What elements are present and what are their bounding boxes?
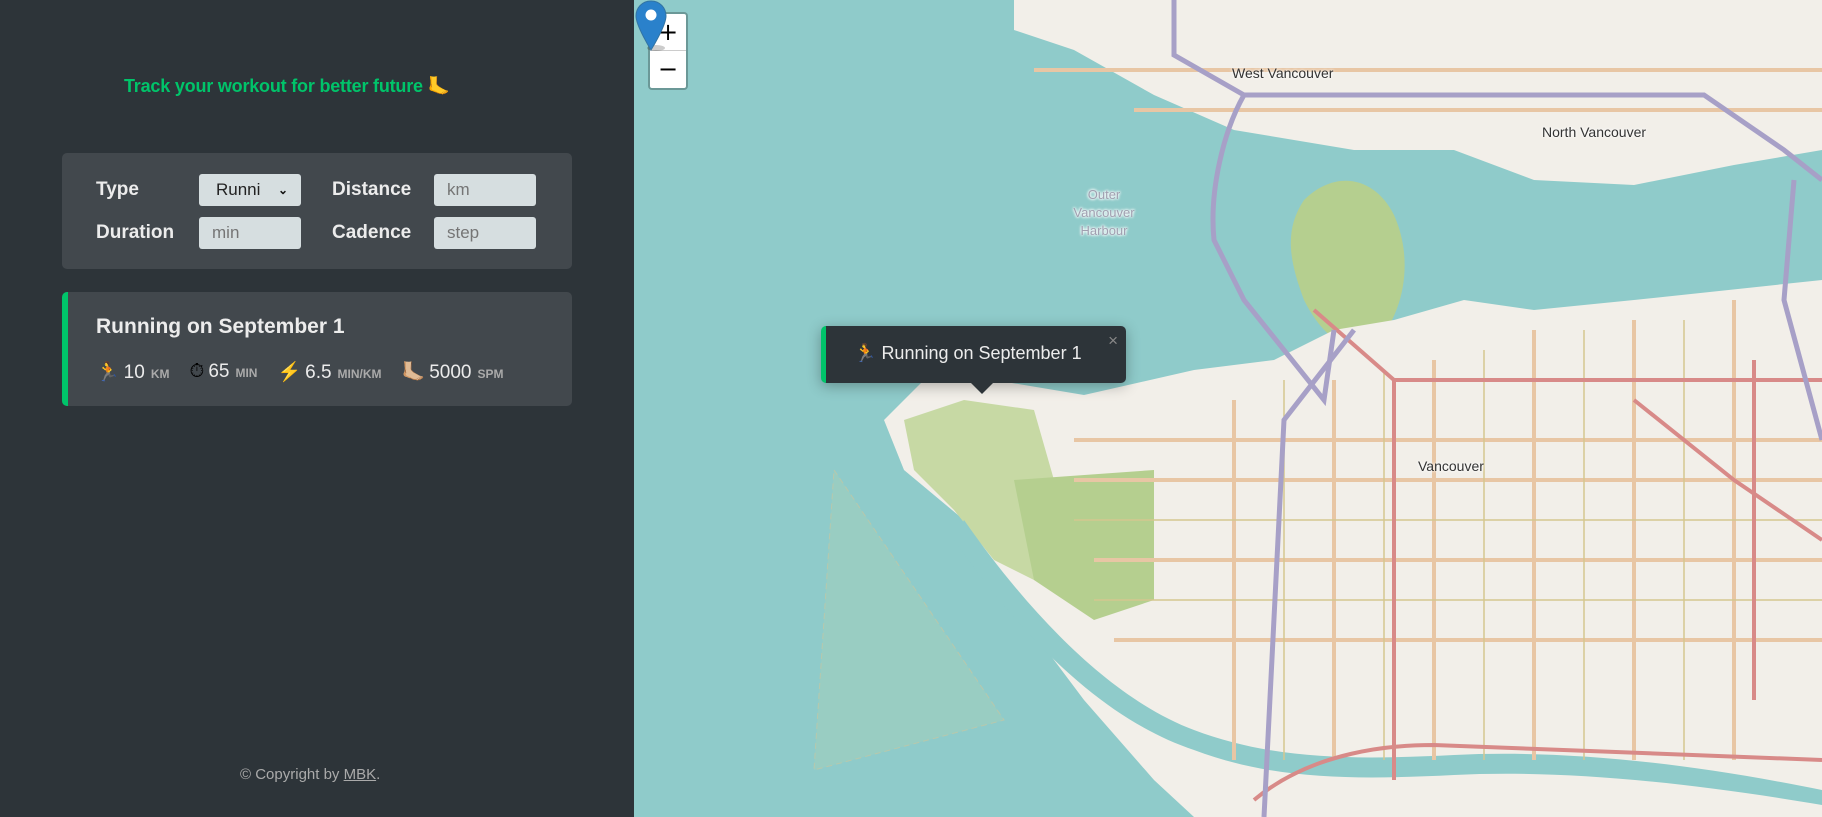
workout-popup[interactable]: 🏃 Running on September 1 × — [821, 326, 1126, 394]
popup-text: 🏃 Running on September 1 — [854, 343, 1082, 364]
copyright-text: © Copyright by — [240, 766, 344, 783]
workout-detail-cadence: 🦶🏼 5000 spm — [402, 360, 504, 384]
map-marker-icon[interactable] — [634, 0, 668, 52]
workout-details: 🏃 10 km ⏱ 65 min ⚡️ 6.5 min/km 🦶🏼 5000 s… — [96, 360, 524, 384]
water-label-line: Harbour — [1080, 223, 1128, 238]
map[interactable]: + − West Vancouver North Vancouver Vanco… — [634, 0, 1822, 817]
map-label-north-vancouver: North Vancouver — [1542, 124, 1647, 140]
copyright-suffix: . — [376, 766, 381, 783]
runner-icon: 🏃 — [854, 343, 877, 363]
map-label-vancouver: Vancouver — [1418, 458, 1484, 474]
duration-label: Duration — [96, 222, 175, 243]
sidebar: Track your workout for better future 🦶 T… — [0, 0, 634, 817]
type-select-value: Runni — [216, 180, 261, 199]
popup-tip — [971, 383, 993, 394]
zoom-out-button[interactable]: − — [650, 51, 686, 88]
workout-detail-pace: ⚡️ 6.5 min/km — [277, 360, 381, 384]
duration-unit: min — [235, 366, 258, 380]
popup-title: Running on September 1 — [881, 343, 1082, 363]
author-link[interactable]: MBK — [344, 766, 377, 783]
cadence-unit: spm — [477, 367, 504, 381]
chevron-down-icon: ⌄ — [277, 183, 288, 197]
duration-input[interactable] — [199, 217, 301, 249]
distance-input[interactable] — [434, 174, 536, 206]
distance-unit: km — [150, 367, 170, 381]
foot-icon: 🦶🏼 — [401, 362, 426, 383]
map-tiles — [813, 0, 1822, 817]
close-icon[interactable]: × — [1108, 331, 1118, 351]
duration-value: 65 — [208, 361, 230, 382]
water-label-line: Vancouver — [1073, 205, 1135, 220]
workout-detail-distance: 🏃 10 km — [96, 360, 169, 384]
distance-label: Distance — [332, 179, 412, 200]
cadence-value: 5000 — [429, 362, 472, 383]
workout-detail-duration: ⏱ 65 min — [189, 361, 257, 383]
workout-item[interactable]: Running on September 1 🏃 10 km ⏱ 65 min … — [62, 292, 572, 406]
pace-value: 6.5 — [305, 362, 332, 383]
stopwatch-icon: ⏱ — [189, 361, 205, 382]
type-select[interactable]: Runni ⌄ — [199, 174, 301, 206]
map-label-west-vancouver: West Vancouver — [1232, 65, 1334, 81]
map-label-outer-harbour: Outer Vancouver Harbour — [1064, 186, 1144, 240]
water-label-line: Outer — [1087, 187, 1121, 202]
runner-icon: 🏃 — [96, 362, 120, 383]
type-label: Type — [96, 179, 139, 200]
workout-title: Running on September 1 — [96, 315, 345, 338]
workout-form: Type Runni ⌄ Distance Duration Cadence — [62, 153, 572, 269]
cadence-input[interactable] — [434, 217, 536, 249]
copyright: © Copyright by MBK. — [240, 766, 380, 783]
cadence-label: Cadence — [332, 222, 412, 243]
tagline: Track your workout for better future 🦶 — [124, 76, 450, 96]
distance-value: 10 — [123, 362, 145, 383]
pace-unit: min/km — [337, 367, 382, 381]
lightning-icon: ⚡️ — [277, 362, 302, 383]
